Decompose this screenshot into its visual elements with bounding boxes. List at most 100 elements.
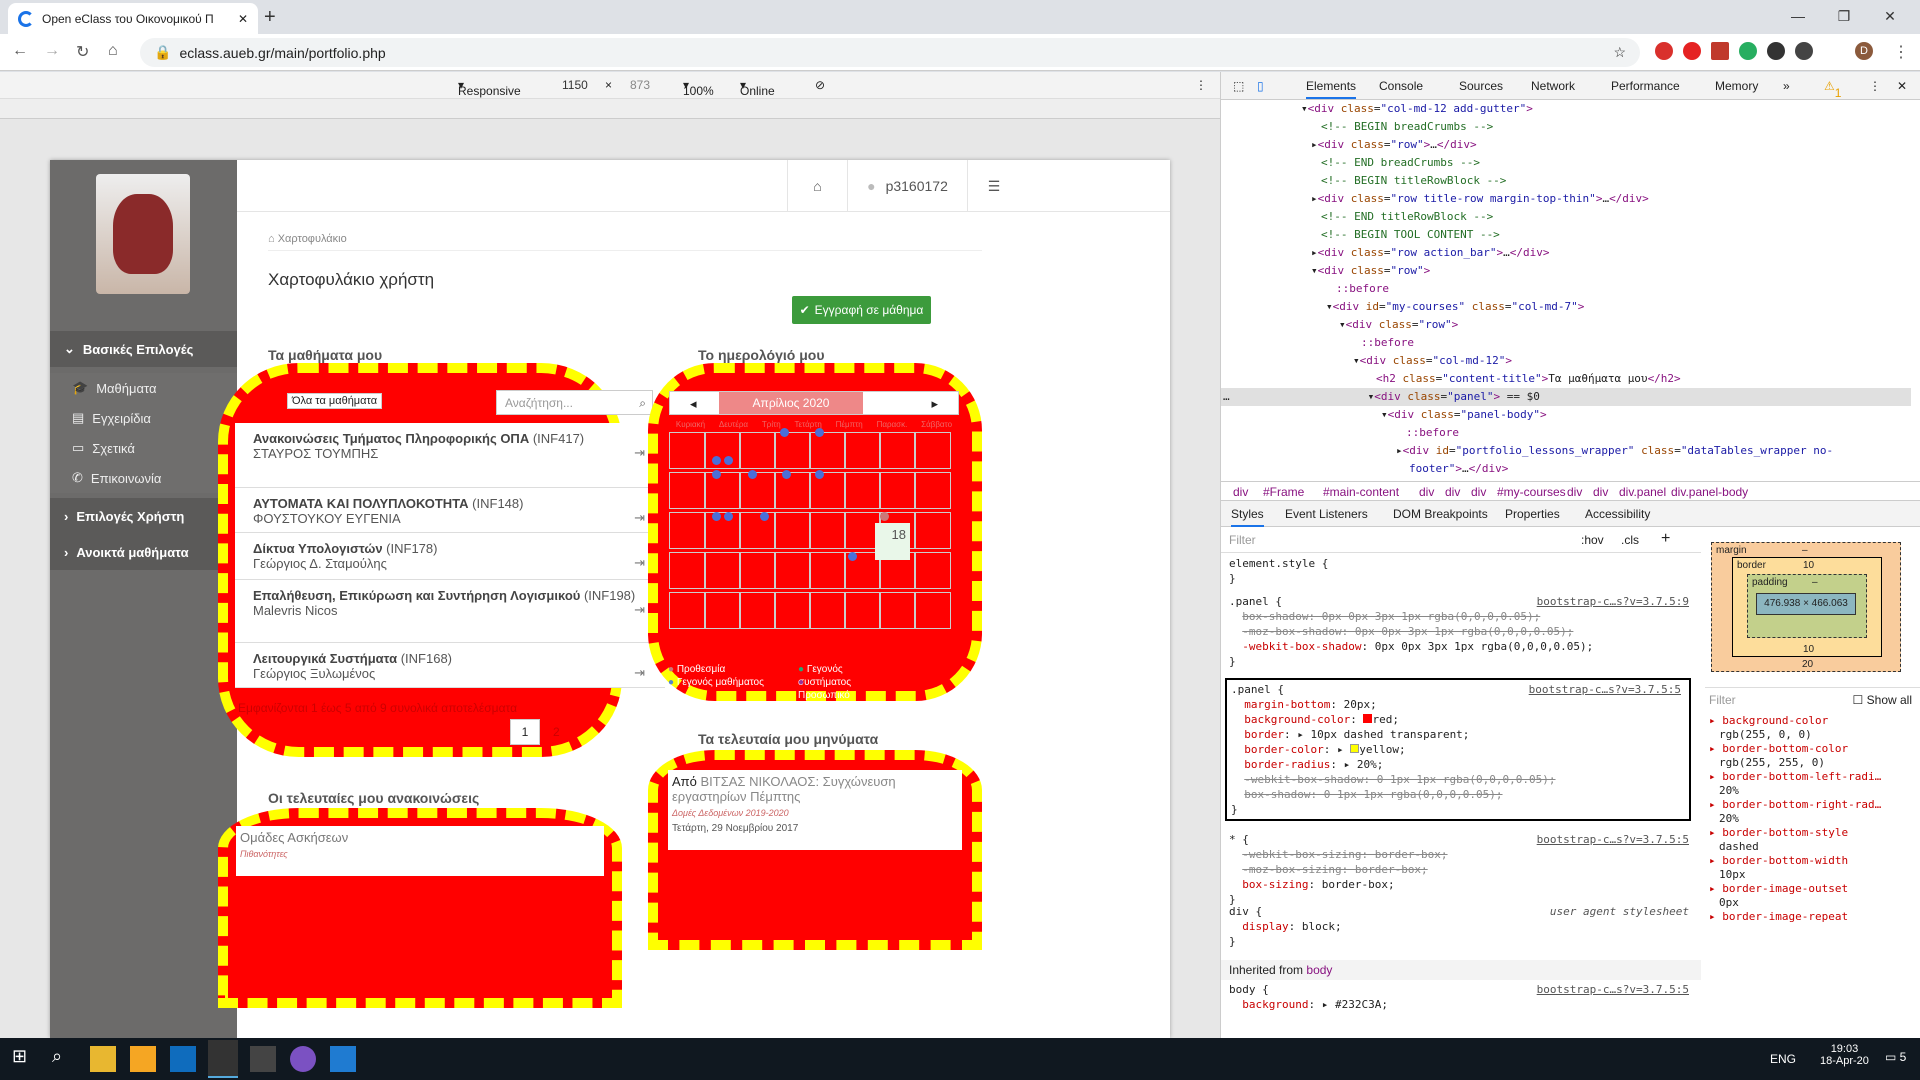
dom-line[interactable]: <!-- BEGIN titleRowBlock --> <box>1221 172 1911 190</box>
home-icon[interactable]: ⌂ <box>108 42 118 60</box>
inspect-icon[interactable]: ⬚ <box>1233 79 1244 93</box>
cls-toggle[interactable]: .cls <box>1621 533 1639 547</box>
computed-property[interactable]: ▸ border-bottom-style dashed <box>1709 826 1919 854</box>
dom-line[interactable]: footer">…</div> <box>1221 460 1911 478</box>
home-nav-icon[interactable]: ⌂ <box>787 160 847 212</box>
dom-line[interactable]: ▸<div class="row">…</div> <box>1221 136 1911 154</box>
register-course-button[interactable]: ✔ Εγγραφή σε μάθημα <box>792 296 931 324</box>
calendar-day-cell[interactable] <box>739 552 776 589</box>
devtools-menu-icon[interactable]: ⋮ <box>1869 79 1881 93</box>
next-month-icon[interactable]: ▸ <box>931 396 938 412</box>
media-player-icon[interactable] <box>130 1046 156 1072</box>
adblock-icon[interactable] <box>1655 42 1673 60</box>
crumb[interactable]: div <box>1233 485 1248 499</box>
calendar-day-cell[interactable] <box>739 432 776 469</box>
calculator-icon[interactable] <box>250 1046 276 1072</box>
calendar-day-cell[interactable] <box>669 552 706 589</box>
crumb[interactable]: div <box>1471 485 1486 499</box>
calendar-day-cell[interactable] <box>669 512 706 549</box>
computed-property[interactable]: ▸ border-bottom-width 10px <box>1709 854 1919 882</box>
course-search-input[interactable]: Αναζήτηση... ⌕ <box>496 390 653 415</box>
calendar-day-cell[interactable] <box>914 512 951 549</box>
crumb[interactable]: div <box>1593 485 1608 499</box>
rotate-icon[interactable]: ⊘ <box>815 78 825 92</box>
enter-course-icon[interactable]: ⇥ <box>634 510 645 526</box>
dom-line[interactable]: ▸<div id="portfolio_lessons_wrapper" cla… <box>1221 442 1911 460</box>
devtools-close-icon[interactable]: ✕ <box>1897 79 1907 93</box>
computed-property[interactable]: ▸ border-image-outset 0px <box>1709 882 1919 910</box>
calendar-day-cell[interactable] <box>809 552 846 589</box>
more-tabs-icon[interactable]: » <box>1783 79 1790 93</box>
calendar-day-cell[interactable] <box>774 552 811 589</box>
course-row[interactable]: Ανακοινώσεις Τμήματος Πληροφορικής ΟΠΑ (… <box>235 423 665 488</box>
mail-icon[interactable] <box>170 1046 196 1072</box>
url-input[interactable]: 🔒 eclass.aueb.gr/main/portfolio.php ☆ <box>140 38 1640 67</box>
crumb[interactable]: #main-content <box>1323 485 1399 499</box>
search-icon[interactable]: ⌕ <box>52 1046 78 1072</box>
tab-performance[interactable]: Performance <box>1611 79 1680 93</box>
calendar-day-cell[interactable] <box>704 552 741 589</box>
hov-toggle[interactable]: :hov <box>1581 533 1604 547</box>
dom-line[interactable]: ▾<div class="row"> <box>1221 316 1911 334</box>
calendar-day-cell[interactable] <box>774 592 811 629</box>
dom-line[interactable]: ▸<div class="row title-row margin-top-th… <box>1221 190 1911 208</box>
computed-property[interactable]: ▸ background-color rgb(255, 0, 0) <box>1709 714 1919 742</box>
download-arrow-icon[interactable] <box>1795 42 1813 60</box>
calendar-day-cell[interactable] <box>669 592 706 629</box>
calendar-day-cell[interactable] <box>704 432 741 469</box>
panel-rule-1[interactable]: .panel {bootstrap-c…s?v=3.7.5:9 box-shad… <box>1229 594 1689 669</box>
crumb[interactable]: div <box>1445 485 1460 499</box>
settings-sliders-icon[interactable]: ☰ <box>967 160 1020 212</box>
windows-start-icon[interactable]: ⊞ <box>12 1046 38 1072</box>
sidebar-open-courses[interactable]: › Ανοικτά μαθήματα <box>50 534 237 570</box>
device-more-icon[interactable]: ⋮ <box>1195 78 1207 92</box>
dom-line[interactable]: <!-- END titleRowBlock --> <box>1221 208 1911 226</box>
page-1-button[interactable]: 1 <box>510 719 540 745</box>
enter-course-icon[interactable]: ⇥ <box>634 665 645 681</box>
device-toggle-icon[interactable]: ▯ <box>1257 79 1264 93</box>
file-explorer-icon[interactable] <box>90 1046 116 1072</box>
enter-course-icon[interactable]: ⇥ <box>634 555 645 571</box>
dom-line[interactable]: ▾<div class="col-md-12 add-gutter"> <box>1221 100 1911 118</box>
restore-icon[interactable]: ❐ <box>1821 2 1867 30</box>
enter-course-icon[interactable]: ⇥ <box>634 445 645 461</box>
prev-month-icon[interactable]: ◂ <box>690 396 697 412</box>
close-tab-icon[interactable]: ✕ <box>238 12 248 26</box>
course-row[interactable]: Δίκτυα Υπολογιστών (INF178) Γεώργιος Δ. Σ… <box>235 533 665 580</box>
clock[interactable]: 19:03 18-Apr-20 <box>1820 1043 1869 1067</box>
sidebar-item-about[interactable]: ▭ Σχετικά <box>50 433 237 463</box>
add-rule-icon[interactable]: + <box>1661 530 1670 548</box>
all-courses-button[interactable]: Όλα τα μαθήματα <box>287 393 383 409</box>
tab-memory[interactable]: Memory <box>1715 79 1758 93</box>
pdf-extension-icon[interactable] <box>1711 42 1729 60</box>
language-indicator[interactable]: ENG <box>1770 1052 1796 1066</box>
tab-sources[interactable]: Sources <box>1459 79 1503 93</box>
styles-filter-input[interactable]: Filter <box>1229 533 1256 547</box>
show-all-checkbox[interactable]: ☐ Show all <box>1853 693 1912 707</box>
dom-line[interactable]: <!-- END breadCrumbs --> <box>1221 154 1911 172</box>
calendar-day-cell[interactable] <box>914 472 951 509</box>
back-icon[interactable]: ← <box>12 42 28 60</box>
body-rule[interactable]: body {bootstrap-c…s?v=3.7.5:5 background… <box>1229 982 1689 1012</box>
tab-properties[interactable]: Properties <box>1505 507 1560 521</box>
div-ua-rule[interactable]: div {user agent stylesheet display: bloc… <box>1229 904 1689 949</box>
tab-elements[interactable]: Elements <box>1306 79 1357 99</box>
calendar-day-cell[interactable] <box>739 512 776 549</box>
sidebar-basic-options[interactable]: ⌄ Βασικές Επιλογές <box>50 331 237 367</box>
dom-line[interactable]: ▸<div class="row action_bar">…</div> <box>1221 244 1911 262</box>
calendar-day-cell[interactable] <box>669 472 706 509</box>
shield-extension-icon[interactable] <box>1739 42 1757 60</box>
sidebar-item-contact[interactable]: ✆ Επικοινωνία <box>50 463 237 493</box>
browser-tab[interactable]: Open eClass του Οικονομικού Π ✕ <box>8 3 258 34</box>
calendar-day-cell[interactable] <box>774 472 811 509</box>
dom-line[interactable]: <!-- BEGIN TOOL CONTENT --> <box>1221 226 1911 244</box>
dom-line[interactable]: ▾<div class="panel-body"> <box>1221 406 1911 424</box>
profile-avatar[interactable]: D <box>1855 42 1873 60</box>
sidebar-user-options[interactable]: › Επιλογές Χρήστη <box>50 498 237 534</box>
calendar-day-cell[interactable] <box>809 472 846 509</box>
calendar-day-cell[interactable] <box>669 432 706 469</box>
tab-accessibility[interactable]: Accessibility <box>1585 507 1650 521</box>
dom-line[interactable]: <h2 class="content-title">Τα μαθήματα μο… <box>1221 370 1911 388</box>
enter-course-icon[interactable]: ⇥ <box>634 602 645 618</box>
course-row[interactable]: Λειτουργικά Συστήματα (INF168) Γεώργιος Ξ… <box>235 643 665 688</box>
